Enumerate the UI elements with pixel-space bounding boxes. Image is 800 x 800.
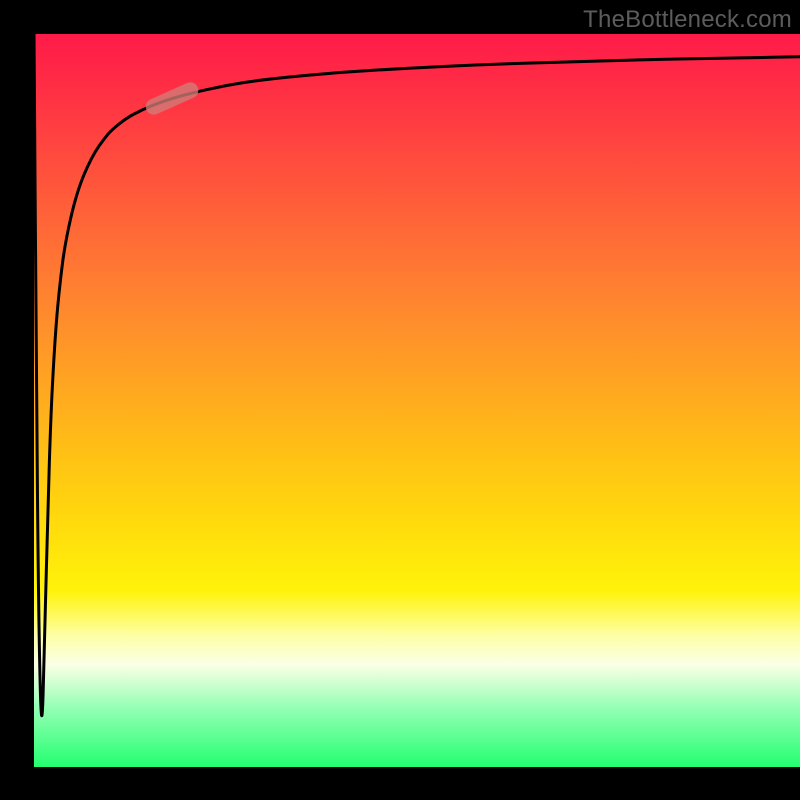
- chart-stage: TheBottleneck.com: [0, 0, 800, 800]
- curve-layer: [34, 34, 800, 767]
- curve-marker: [143, 80, 201, 117]
- bottleneck-curve: [34, 34, 800, 716]
- watermark-text: TheBottleneck.com: [583, 6, 792, 34]
